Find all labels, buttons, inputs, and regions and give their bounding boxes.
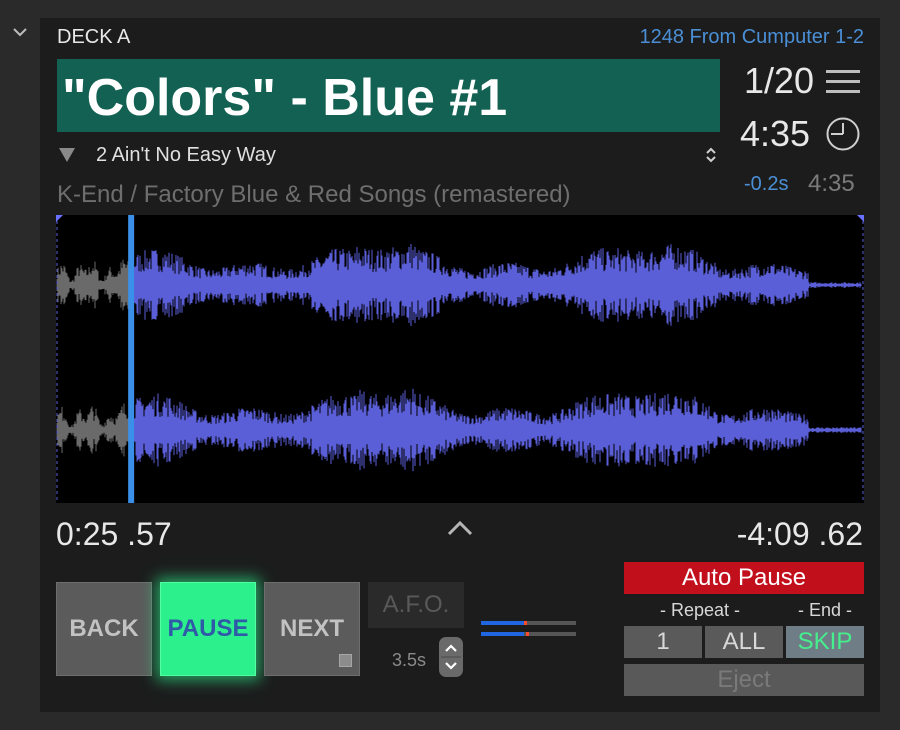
repeat-one-button[interactable]: 1 — [624, 626, 702, 658]
level-meter-peak — [525, 632, 529, 636]
cue-end-marker[interactable] — [857, 215, 864, 222]
level-meter-peak — [523, 621, 527, 625]
deck-name: DECK A — [57, 26, 131, 48]
chevron-up-icon[interactable] — [446, 519, 474, 537]
waveform-played — [56, 256, 132, 314]
afo-time: 3.5s — [392, 650, 427, 670]
level-meter-left — [481, 621, 576, 625]
album-info: K-End / Factory Blue & Red Songs (remast… — [57, 181, 571, 208]
elapsed-time: 0:25 .57 — [56, 516, 172, 552]
waveform-played — [56, 403, 132, 457]
playhead[interactable] — [128, 215, 135, 503]
track-duration: 4:35 — [740, 113, 811, 154]
afo-button[interactable]: A.F.O. — [368, 582, 464, 628]
next-track-label[interactable]: 2 Ain't No Easy Way — [96, 144, 276, 167]
hamburger-menu-icon[interactable] — [826, 69, 860, 95]
level-meter-right — [481, 632, 576, 636]
deck-source[interactable]: 1248 From Cumputer 1-2 — [639, 26, 864, 49]
waveform-unplayed — [131, 244, 862, 326]
chevron-down-icon[interactable] — [10, 22, 30, 42]
next-button-label: NEXT — [279, 615, 344, 642]
playlist-position: 1/20 — [744, 60, 815, 101]
eject-button[interactable]: Eject — [624, 664, 864, 696]
next-button[interactable]: NEXT — [264, 582, 360, 676]
updown-stepper-icon[interactable] — [704, 145, 718, 165]
afo-stepper[interactable] — [439, 637, 463, 677]
stop-square-icon — [339, 654, 352, 667]
pause-button[interactable]: PAUSE — [160, 582, 256, 676]
clock-icon[interactable] — [825, 116, 861, 152]
triangle-down-icon[interactable] — [58, 147, 76, 163]
next-track-offset: -0.2s — [744, 173, 789, 195]
remaining-time: -4:09 .62 — [736, 516, 863, 552]
end-label: - End - — [798, 600, 853, 620]
waveform-display[interactable] — [56, 215, 864, 503]
auto-pause-button[interactable]: Auto Pause — [624, 562, 864, 594]
repeat-all-button[interactable]: ALL — [705, 626, 783, 658]
end-skip-button[interactable]: SKIP — [786, 626, 864, 658]
waveform-unplayed — [131, 388, 862, 472]
next-track-duration: 4:35 — [808, 170, 855, 197]
repeat-label: - Repeat - — [660, 600, 741, 620]
cue-start-marker[interactable] — [56, 215, 63, 222]
track-title: "Colors" - Blue #1 — [62, 69, 508, 127]
back-button[interactable]: BACK — [56, 582, 152, 676]
level-meter-fill — [481, 632, 524, 636]
level-meter-fill — [481, 621, 524, 625]
